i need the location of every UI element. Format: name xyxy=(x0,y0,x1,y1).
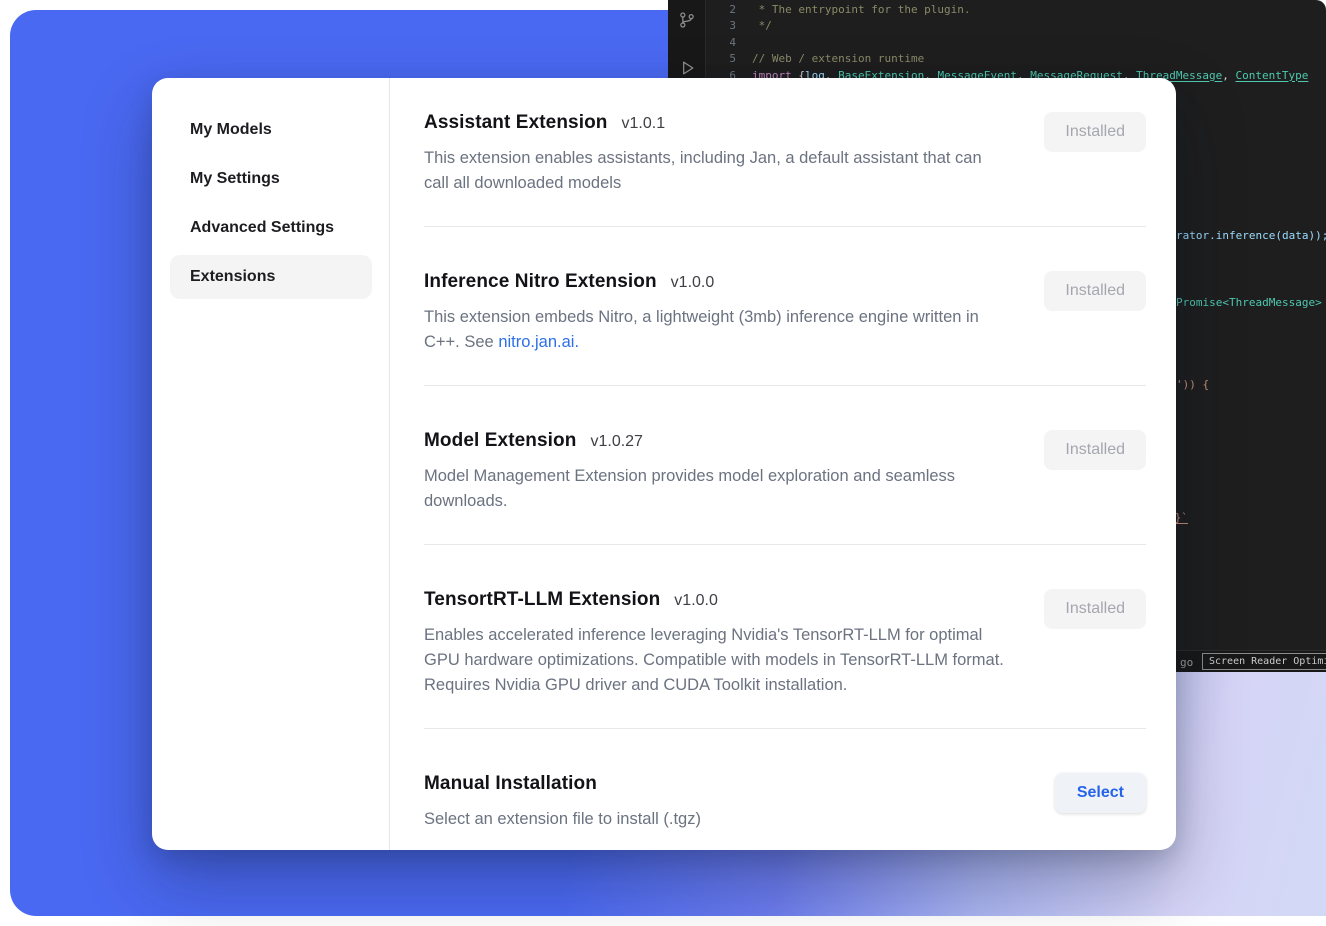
code-fragment: rator.inference(data)); xyxy=(1176,229,1326,242)
manual-installation-description: Select an extension file to install (.tg… xyxy=(424,807,701,832)
code-fragment: Promise<ThreadMessage> xyxy=(1176,296,1322,309)
code-line: 3 */ xyxy=(706,18,1326,34)
divider xyxy=(424,385,1146,386)
line-number: 5 xyxy=(706,51,736,67)
extension-description: Model Management Extension provides mode… xyxy=(424,464,1009,514)
divider xyxy=(424,226,1146,227)
extension-header: Manual Installation xyxy=(424,773,701,795)
extension-title: Model Extension xyxy=(424,430,576,452)
extension-title: TensortRT-LLM Extension xyxy=(424,589,660,611)
extension-row-assistant: Assistant Extension v1.0.1 This extensio… xyxy=(424,112,1146,196)
installed-button[interactable]: Installed xyxy=(1044,430,1146,470)
extension-info: Manual Installation Select an extension … xyxy=(424,773,701,832)
run-debug-icon[interactable] xyxy=(677,58,697,78)
sidebar-item-advanced-settings[interactable]: Advanced Settings xyxy=(170,206,372,250)
sidebar-item-my-settings[interactable]: My Settings xyxy=(170,157,372,201)
screen: 2 * The entrypoint for the plugin. 3 */ … xyxy=(0,0,1326,926)
installed-button[interactable]: Installed xyxy=(1044,271,1146,311)
extensions-panel: Assistant Extension v1.0.1 This extensio… xyxy=(390,78,1176,850)
code-line: 4 xyxy=(706,35,1326,51)
code-text: // Web / extension runtime xyxy=(752,51,924,67)
manual-installation-row: Manual Installation Select an extension … xyxy=(424,773,1146,832)
line-number: 2 xyxy=(706,2,736,18)
extension-version: v1.0.0 xyxy=(671,274,715,292)
screen-reader-chip[interactable]: Screen Reader Optimized xyxy=(1202,653,1326,670)
extension-info: TensortRT-LLM Extension v1.0.0 Enables a… xyxy=(424,589,1009,698)
extension-description: This extension enables assistants, inclu… xyxy=(424,146,1009,196)
settings-modal: My Models My Settings Advanced Settings … xyxy=(152,78,1176,850)
line-number: 3 xyxy=(706,18,736,34)
sidebar-item-my-models[interactable]: My Models xyxy=(170,108,372,152)
code-area: 2 * The entrypoint for the plugin. 3 */ … xyxy=(706,2,1326,84)
nitro-jan-ai-link[interactable]: nitro.jan.ai. xyxy=(498,333,579,351)
installed-button[interactable]: Installed xyxy=(1044,112,1146,152)
extension-title: Assistant Extension xyxy=(424,112,608,134)
code-line: 5 // Web / extension runtime xyxy=(706,51,1326,67)
extension-header: Inference Nitro Extension v1.0.0 xyxy=(424,271,1009,293)
extension-info: Model Extension v1.0.27 Model Management… xyxy=(424,430,1009,514)
extension-row-tensorrt: TensortRT-LLM Extension v1.0.0 Enables a… xyxy=(424,589,1146,698)
extension-version: v1.0.1 xyxy=(622,115,666,133)
extension-row-model: Model Extension v1.0.27 Model Management… xyxy=(424,430,1146,514)
line-number: 4 xyxy=(706,35,736,51)
code-line: 2 * The entrypoint for the plugin. xyxy=(706,2,1326,18)
select-file-button[interactable]: Select xyxy=(1055,773,1146,813)
manual-installation-title: Manual Installation xyxy=(424,773,597,795)
extension-description: This extension embeds Nitro, a lightweig… xyxy=(424,305,1009,355)
source-control-icon[interactable] xyxy=(677,10,697,30)
settings-sidebar: My Models My Settings Advanced Settings … xyxy=(152,78,390,850)
divider xyxy=(424,728,1146,729)
code-fragment: ')) { xyxy=(1176,378,1209,391)
extension-header: Assistant Extension v1.0.1 xyxy=(424,112,1009,134)
extension-version: v1.0.0 xyxy=(674,592,718,610)
divider xyxy=(424,544,1146,545)
statusbar-text: go xyxy=(1180,656,1193,669)
extension-description: Enables accelerated inference leveraging… xyxy=(424,623,1009,698)
code-text: */ xyxy=(752,18,772,34)
extension-header: TensortRT-LLM Extension v1.0.0 xyxy=(424,589,1009,611)
code-text: * The entrypoint for the plugin. xyxy=(752,2,971,18)
extension-row-nitro: Inference Nitro Extension v1.0.0 This ex… xyxy=(424,271,1146,355)
installed-button[interactable]: Installed xyxy=(1044,589,1146,629)
extension-info: Assistant Extension v1.0.1 This extensio… xyxy=(424,112,1009,196)
extension-title: Inference Nitro Extension xyxy=(424,271,657,293)
extension-header: Model Extension v1.0.27 xyxy=(424,430,1009,452)
extension-version: v1.0.27 xyxy=(590,433,642,451)
sidebar-item-extensions[interactable]: Extensions xyxy=(170,255,372,299)
extension-info: Inference Nitro Extension v1.0.0 This ex… xyxy=(424,271,1009,355)
